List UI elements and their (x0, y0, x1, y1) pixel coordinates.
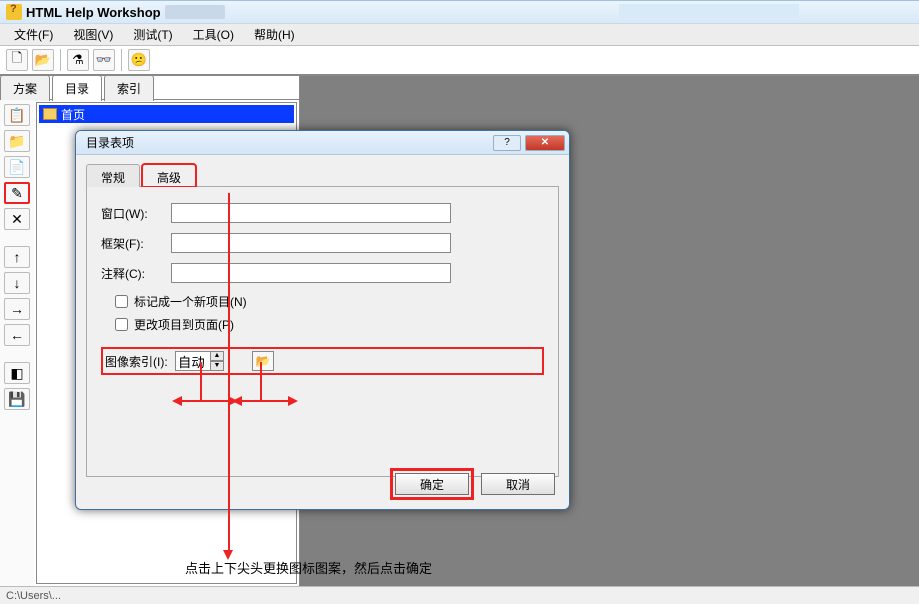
mark-new-checkbox[interactable] (115, 295, 128, 308)
title-smudge (165, 5, 225, 19)
tree-root-label: 首页 (61, 106, 85, 123)
window-row: 窗口(W): (101, 203, 544, 223)
menu-test[interactable]: 测试(T) (123, 23, 182, 46)
window-label: 窗口(W): (101, 205, 171, 222)
change-page-label: 更改项目到页面(P) (134, 316, 234, 333)
toolbar: 🗋 📂 ⚗ 👓 😕 (0, 46, 919, 76)
spinner-down-icon[interactable]: ▼ (210, 361, 224, 371)
image-index-row: 图像索引(I): ▲ ▼ 📂 (101, 347, 544, 375)
view-icon[interactable]: ◧ (4, 362, 30, 384)
folder-icon (43, 108, 57, 120)
insert-heading-icon[interactable]: 📁 (4, 130, 30, 152)
dialog-footer: 确定 取消 (395, 473, 555, 495)
status-bar: C:\Users\... (0, 586, 919, 604)
app-icon (6, 4, 22, 20)
insert-page-icon[interactable]: 📄 (4, 156, 30, 178)
title-right-smudge (619, 4, 799, 18)
change-page-row: 更改项目到页面(P) (101, 316, 544, 333)
browse-image-button[interactable]: 📂 (252, 351, 274, 371)
dialog-close-button[interactable]: ✕ (525, 135, 565, 151)
comment-label: 注释(C): (101, 265, 171, 282)
status-text: C:\Users\... (6, 590, 61, 602)
open-button[interactable]: 📂 (32, 49, 54, 71)
move-left-icon[interactable]: ← (4, 324, 30, 346)
change-page-checkbox[interactable] (115, 318, 128, 331)
annotation-arrow-h1 (180, 400, 230, 402)
app-title: HTML Help Workshop (26, 5, 161, 20)
dialog-pane: 窗口(W): 框架(F): 注释(C): 标记成一个新项目(N) 更改项目到页面… (86, 187, 559, 477)
dialog-tab-general[interactable]: 常规 (86, 164, 140, 187)
spinner-buttons: ▲ ▼ (210, 351, 224, 371)
window-input[interactable] (171, 203, 451, 223)
frame-row: 框架(F): (101, 233, 544, 253)
image-index-input[interactable] (175, 351, 211, 371)
dialog-tab-advanced[interactable]: 高级 (142, 164, 196, 187)
ok-button[interactable]: 确定 (395, 473, 469, 495)
title-bar: HTML Help Workshop (0, 0, 919, 24)
comment-row: 注释(C): (101, 263, 544, 283)
toolbar-separator (121, 49, 122, 71)
annotation-arrowhead-right2 (288, 396, 298, 406)
annotation-arrow-v2 (260, 362, 262, 402)
dialog-title: 目录表项 (80, 134, 489, 151)
view-compiled-button[interactable]: 👓 (93, 49, 115, 71)
dialog-titlebar[interactable]: 目录表项 ? ✕ (76, 131, 569, 155)
save-icon[interactable]: 💾 (4, 388, 30, 410)
tab-project[interactable]: 方案 (0, 75, 50, 101)
cancel-button[interactable]: 取消 (481, 473, 555, 495)
move-down-icon[interactable]: ↓ (4, 272, 30, 294)
move-right-icon[interactable]: → (4, 298, 30, 320)
tab-index[interactable]: 索引 (104, 75, 154, 101)
dialog-tabs: 常规 高级 (86, 163, 559, 187)
properties-icon[interactable]: 📋 (4, 104, 30, 126)
tab-contents[interactable]: 目录 (52, 75, 102, 101)
menu-bar: 文件(F) 视图(V) 测试(T) 工具(O) 帮助(H) (0, 24, 919, 46)
panel-tabs: 方案 目录 索引 (0, 76, 299, 100)
menu-view[interactable]: 视图(V) (63, 23, 123, 46)
mark-new-row: 标记成一个新项目(N) (101, 293, 544, 310)
annotation-arrowhead-left (172, 396, 182, 406)
menu-file[interactable]: 文件(F) (4, 23, 63, 46)
toolbar-separator (60, 49, 61, 71)
tree-root-item[interactable]: 首页 (39, 105, 294, 123)
annotation-arrow-vertical-main (228, 193, 230, 553)
spinner-up-icon[interactable]: ▲ (210, 351, 224, 361)
comment-input[interactable] (171, 263, 451, 283)
annotation-arrow-h2 (240, 400, 290, 402)
frame-input[interactable] (171, 233, 451, 253)
dialog-help-button[interactable]: ? (493, 135, 521, 151)
image-index-label: 图像索引(I): (105, 353, 175, 370)
edit-icon[interactable]: ✎ (4, 182, 30, 204)
dialog-body: 常规 高级 窗口(W): 框架(F): 注释(C): 标记成一个新项目(N) (76, 155, 569, 485)
delete-icon[interactable]: ✕ (4, 208, 30, 230)
annotation-arrow-v1 (200, 362, 202, 402)
compile-button[interactable]: ⚗ (67, 49, 89, 71)
frame-label: 框架(F): (101, 235, 171, 252)
side-toolbar: 📋 📁 📄 ✎ ✕ ↑ ↓ → ← ◧ 💾 (0, 100, 34, 586)
annotation-arrowhead-left2 (232, 396, 242, 406)
toc-entry-dialog: 目录表项 ? ✕ 常规 高级 窗口(W): 框架(F): 注释(C): 标记成一… (75, 130, 570, 510)
menu-help[interactable]: 帮助(H) (244, 23, 305, 46)
help-button[interactable]: 😕 (128, 49, 150, 71)
move-up-icon[interactable]: ↑ (4, 246, 30, 268)
menu-tools[interactable]: 工具(O) (183, 23, 244, 46)
annotation-text: 点击上下尖头更换图标图案，然后点击确定 (185, 558, 432, 577)
new-button[interactable]: 🗋 (6, 49, 28, 71)
